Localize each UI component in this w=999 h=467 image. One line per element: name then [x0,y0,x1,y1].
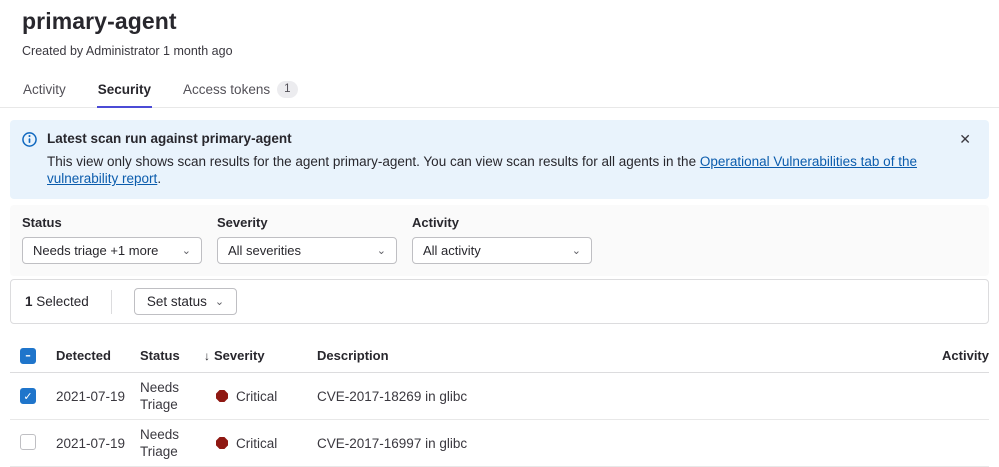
selection-toolbar: 1 Selected Set status ⌄ [10,279,989,324]
selected-count-label: Selected [33,294,89,309]
banner-body-period: . [157,171,161,186]
banner-close-button[interactable]: ✕ [957,131,973,149]
table-row[interactable]: ✓ 2021-07-19 Needs Triage Critical CVE-2… [10,373,989,420]
selected-count-number: 1 [25,294,33,309]
tab-access-tokens-label: Access tokens [183,82,270,97]
tab-security-label: Security [98,82,151,97]
scan-info-banner: Latest scan run against primary-agent Th… [10,120,989,199]
indeterminate-icon: – [25,350,31,361]
select-all-checkbox[interactable]: – [20,348,36,364]
header-severity-label: Severity [214,348,265,363]
row-select-cell: ✓ [10,388,56,405]
activity-filter-dropdown[interactable]: All activity ⌄ [412,237,592,264]
tab-activity[interactable]: Activity [22,74,67,107]
tab-security[interactable]: Security [97,74,152,108]
row-select-cell: ✓ [10,434,56,453]
row-detected: 2021-07-19 [56,389,140,404]
chevron-down-icon: ⌄ [182,245,191,256]
header-detected[interactable]: Detected [56,340,140,371]
filter-bar: Status Needs triage +1 more ⌄ Severity A… [10,205,989,276]
row-severity-label: Critical [236,389,277,404]
severity-critical-icon [216,390,228,402]
row-detected: 2021-07-19 [56,436,140,451]
severity-filter-label: Severity [217,215,397,230]
sort-descending-icon: ↓ [204,349,210,363]
set-status-button[interactable]: Set status ⌄ [134,288,237,315]
banner-body-text: This view only shows scan results for th… [47,154,700,169]
tab-bar: Activity Security Access tokens 1 [0,74,999,108]
status-filter-dropdown[interactable]: Needs triage +1 more ⌄ [22,237,202,264]
set-status-label: Set status [147,294,207,309]
severity-filter-group: Severity All severities ⌄ [217,215,397,264]
access-tokens-count-badge: 1 [277,81,297,98]
page-subtitle: Created by Administrator 1 month ago [22,44,977,58]
banner-content: Latest scan run against primary-agent Th… [47,131,945,187]
chevron-down-icon: ⌄ [572,245,581,256]
close-icon: ✕ [959,132,971,148]
status-filter-group: Status Needs triage +1 more ⌄ [22,215,202,264]
header-status[interactable]: Status [140,340,204,371]
table-header-row: – Detected Status ↓ Severity Description… [10,339,989,373]
row-description[interactable]: CVE-2017-18269 in glibc [317,389,899,404]
selected-count: 1 Selected [25,294,89,309]
header-description[interactable]: Description [317,340,899,371]
row-severity: Critical [204,436,317,451]
row-description[interactable]: CVE-2017-16997 in glibc [317,436,899,451]
header-severity[interactable]: ↓ Severity [204,340,317,371]
chevron-down-icon: ⌄ [377,245,386,256]
table-row[interactable]: ✓ 2021-07-19 Needs Triage Critical CVE-2… [10,420,989,467]
activity-filter-value: All activity [423,243,481,258]
status-filter-label: Status [22,215,202,230]
info-icon [22,132,37,187]
severity-filter-value: All severities [228,243,301,258]
select-all-cell: – [10,339,56,372]
row-status: Needs Triage [140,373,204,419]
row-severity-label: Critical [236,436,277,451]
page-title: primary-agent [22,8,977,35]
status-filter-value: Needs triage +1 more [33,243,158,258]
page-header: primary-agent Created by Administrator 1… [0,0,999,58]
vulnerabilities-table: – Detected Status ↓ Severity Description… [0,339,999,467]
header-activity[interactable]: Activity [899,340,989,371]
row-status: Needs Triage [140,420,204,466]
row-severity: Critical [204,389,317,404]
row-checkbox[interactable]: ✓ [20,388,36,404]
toolbar-divider [111,290,112,314]
tab-activity-label: Activity [23,82,66,97]
banner-title: Latest scan run against primary-agent [47,131,945,146]
check-icon: ✓ [23,391,32,402]
activity-filter-group: Activity All activity ⌄ [412,215,592,264]
severity-filter-dropdown[interactable]: All severities ⌄ [217,237,397,264]
chevron-down-icon: ⌄ [215,296,224,307]
severity-critical-icon [216,437,228,449]
banner-body: This view only shows scan results for th… [47,153,945,187]
tab-access-tokens[interactable]: Access tokens 1 [182,74,298,107]
activity-filter-label: Activity [412,215,592,230]
